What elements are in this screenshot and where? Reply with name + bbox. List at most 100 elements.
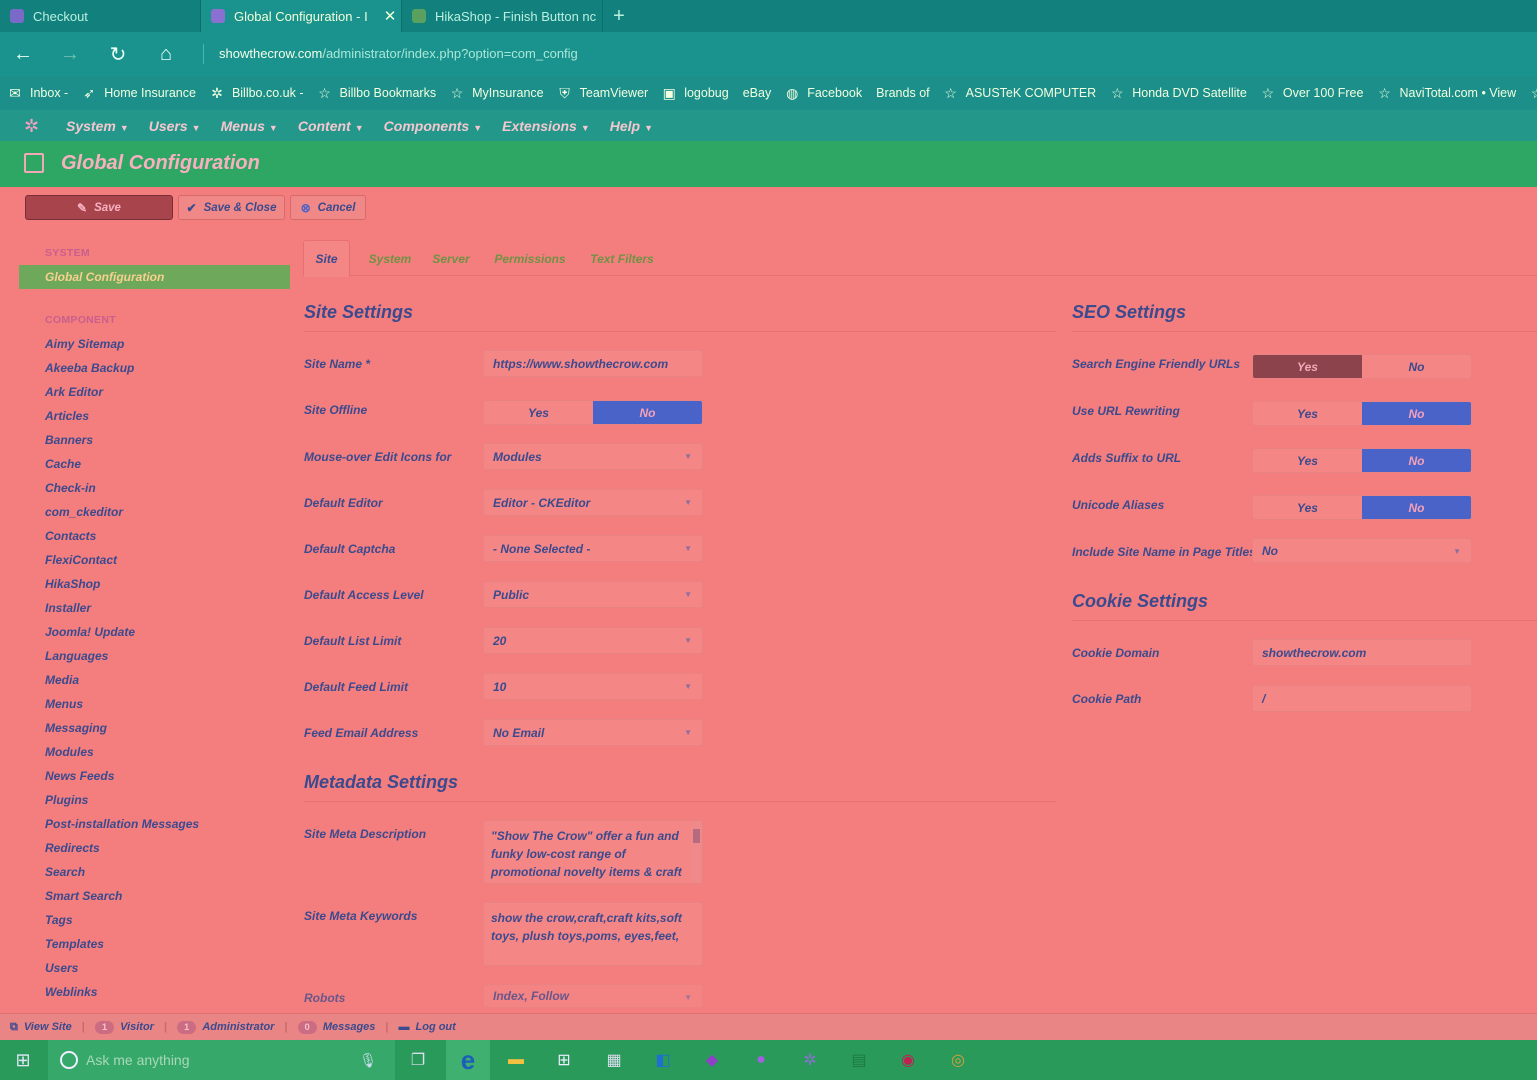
favorite-item[interactable]: ▣ logobug: [662, 85, 729, 101]
toggle-no[interactable]: No: [593, 401, 702, 424]
toggle-yes[interactable]: Yes: [484, 401, 593, 424]
save-button[interactable]: ✎ Save: [25, 195, 173, 220]
tab-system[interactable]: System: [357, 240, 423, 277]
menu-menus[interactable]: Menus ▼: [221, 118, 278, 134]
address-bar[interactable]: showthecrow.com/administrator/index.php?…: [219, 46, 578, 61]
store-icon[interactable]: ⊞: [546, 1044, 582, 1076]
scrollbar-thumb[interactable]: [693, 829, 700, 843]
joomla-logo-icon[interactable]: ✲: [24, 117, 42, 135]
edge-browser-icon[interactable]: e: [446, 1040, 490, 1080]
save-close-button[interactable]: ✔ Save & Close: [178, 195, 285, 220]
sidebar-item[interactable]: com_ckeditor: [45, 505, 123, 519]
toggle-no[interactable]: No: [1362, 496, 1471, 519]
toggle-no[interactable]: No: [1362, 449, 1471, 472]
toggle-yes[interactable]: Yes: [1253, 355, 1362, 378]
sidebar-item[interactable]: Modules: [45, 745, 94, 759]
scrollbar[interactable]: [691, 821, 702, 883]
sidebar-item[interactable]: Aimy Sitemap: [45, 337, 124, 351]
browser-tab-global-configuration[interactable]: Global Configuration - I ✕: [201, 0, 402, 32]
default-access-level-select[interactable]: Public ▼: [483, 581, 703, 608]
calculator-icon[interactable]: ▦: [596, 1044, 632, 1076]
sidebar-item[interactable]: Check-in: [45, 481, 96, 495]
url-rewriting-toggle[interactable]: Yes No: [1252, 401, 1472, 426]
favorite-item[interactable]: ➶ Home Insurance: [82, 85, 196, 101]
sidebar-item[interactable]: Cache: [45, 457, 81, 471]
toggle-yes[interactable]: Yes: [1253, 402, 1362, 425]
menu-help[interactable]: Help ▼: [610, 118, 653, 134]
windows-start-icon[interactable]: ⊞: [0, 1040, 46, 1080]
sidebar-item[interactable]: Users: [45, 961, 78, 975]
favorite-item[interactable]: Brands of: [876, 86, 930, 100]
favorite-item[interactable]: ☆ Over 100 Free: [1261, 85, 1364, 101]
sidebar-item[interactable]: Redirects: [45, 841, 100, 855]
refresh-icon[interactable]: ↻: [103, 40, 133, 68]
sidebar-item[interactable]: Media: [45, 673, 79, 687]
browser-tab-hikashop[interactable]: HikaShop - Finish Button nc: [402, 0, 603, 32]
sidebar-item[interactable]: Weblinks: [45, 985, 97, 999]
unicode-aliases-toggle[interactable]: Yes No: [1252, 495, 1472, 520]
sidebar-item[interactable]: Banners: [45, 433, 93, 447]
forward-icon[interactable]: →: [55, 40, 85, 68]
favorite-item[interactable]: eBay: [743, 86, 772, 100]
favorite-item[interactable]: ☆IMe Law - M: [1530, 85, 1537, 101]
administrator-count[interactable]: 1 Administrator |: [177, 1020, 288, 1034]
sidebar-item[interactable]: Plugins: [45, 793, 88, 807]
visitor-count[interactable]: 1 Visitor |: [94, 1020, 167, 1034]
favorite-item[interactable]: ☆ Billbo Bookmarks: [318, 85, 436, 101]
sidebar-item[interactable]: Ark Editor: [45, 385, 103, 399]
cancel-button[interactable]: ⊗ Cancel: [290, 195, 366, 220]
logout-link[interactable]: ▬ Log out: [399, 1021, 456, 1033]
toggle-yes[interactable]: Yes: [1253, 496, 1362, 519]
sidebar-item[interactable]: Tags: [45, 913, 73, 927]
site-name-input[interactable]: https://www.showthecrow.com: [483, 350, 703, 377]
menu-users[interactable]: Users ▼: [149, 118, 201, 134]
sidebar-item[interactable]: Joomla! Update: [45, 625, 135, 639]
tab-permissions[interactable]: Permissions: [489, 240, 571, 277]
default-list-limit-select[interactable]: 20 ▼: [483, 627, 703, 654]
cookie-domain-input[interactable]: showthecrow.com: [1252, 639, 1472, 666]
messages-count[interactable]: 0 Messages |: [297, 1020, 389, 1034]
default-editor-select[interactable]: Editor - CKEditor ▼: [483, 489, 703, 516]
tab-site[interactable]: Site: [303, 240, 350, 277]
home-icon[interactable]: ⌂: [151, 40, 181, 68]
feed-email-select[interactable]: No Email ▼: [483, 719, 703, 746]
microphone-icon[interactable]: 🎙: [359, 1052, 377, 1069]
sidebar-item[interactable]: Messaging: [45, 721, 107, 735]
default-feed-limit-select[interactable]: 10 ▼: [483, 673, 703, 700]
favorite-item[interactable]: ☆ Honda DVD Satellite: [1110, 85, 1247, 101]
favorite-item[interactable]: ☆ ASUSTeK COMPUTER: [944, 85, 1096, 101]
meta-keywords-textarea[interactable]: show the crow,craft,craft kits,soft toys…: [483, 902, 703, 966]
favorite-item[interactable]: ☆ NaviTotal.com • View: [1377, 85, 1516, 101]
cookie-path-input[interactable]: /: [1252, 685, 1472, 712]
sitename-in-title-select[interactable]: No ▼: [1252, 538, 1472, 563]
chrome-icon[interactable]: ◎: [940, 1044, 976, 1076]
menu-system[interactable]: System ▼: [66, 118, 129, 134]
outlook-icon[interactable]: ◧: [645, 1044, 681, 1076]
file-explorer-icon[interactable]: ▬: [498, 1044, 534, 1076]
default-captcha-select[interactable]: - None Selected - ▼: [483, 535, 703, 562]
task-view-icon[interactable]: ❐: [400, 1044, 436, 1076]
sidebar-item[interactable]: HikaShop: [45, 577, 100, 591]
menu-extensions[interactable]: Extensions ▼: [502, 118, 590, 134]
app-icon[interactable]: ◆: [694, 1044, 730, 1076]
toggle-no[interactable]: No: [1362, 355, 1471, 378]
sidebar-item[interactable]: FlexiContact: [45, 553, 117, 567]
toggle-yes[interactable]: Yes: [1253, 449, 1362, 472]
act-icon[interactable]: ●: [743, 1044, 779, 1076]
new-tab-button[interactable]: +: [603, 0, 635, 32]
taskbar-search[interactable]: Ask me anything 🎙: [48, 1040, 395, 1080]
site-offline-toggle[interactable]: Yes No: [483, 400, 703, 425]
sidebar-item[interactable]: Search: [45, 865, 85, 879]
mouseover-edit-icons-select[interactable]: Modules ▼: [483, 443, 703, 470]
toggle-no[interactable]: No: [1362, 402, 1471, 425]
sidebar-item[interactable]: Languages: [45, 649, 108, 663]
sidebar-item-global-configuration[interactable]: Global Configuration: [19, 265, 290, 289]
sef-urls-toggle[interactable]: Yes No: [1252, 354, 1472, 379]
favorite-item[interactable]: ☆ MyInsurance: [450, 85, 544, 101]
favorite-item[interactable]: ✲ Billbo.co.uk -: [210, 85, 303, 101]
menu-components[interactable]: Components ▼: [384, 118, 482, 134]
sidebar-item[interactable]: Akeeba Backup: [45, 361, 134, 375]
excel-icon[interactable]: ▤: [841, 1044, 877, 1076]
favorite-item[interactable]: ✉ Inbox -: [8, 85, 68, 101]
sidebar-item[interactable]: Articles: [45, 409, 89, 423]
